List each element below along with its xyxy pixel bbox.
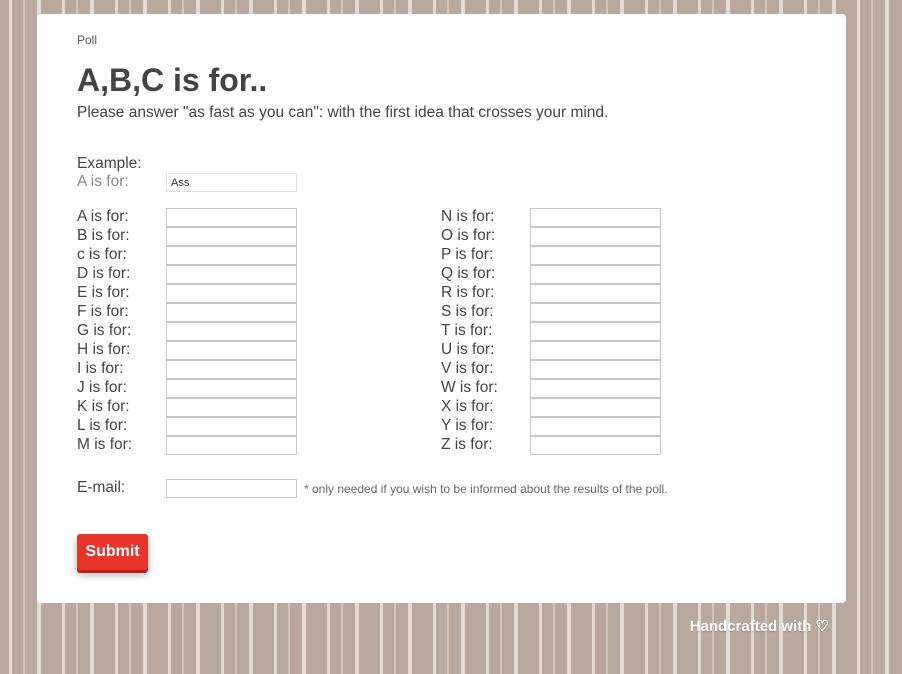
answer-input[interactable] — [530, 436, 661, 455]
answer-row: c is for: — [77, 246, 307, 265]
answer-label: S is for: — [441, 303, 494, 320]
answer-row: P is for: — [441, 246, 671, 265]
answer-label: U is for: — [441, 341, 495, 358]
answer-row: E is for: — [77, 284, 307, 303]
answer-row: Z is for: — [441, 436, 671, 455]
answer-row: F is for: — [77, 303, 307, 322]
answer-label: D is for: — [77, 265, 131, 282]
answer-row: I is for: — [77, 360, 307, 379]
answer-row: H is for: — [77, 341, 307, 360]
answer-label: G is for: — [77, 322, 132, 339]
email-field[interactable] — [166, 479, 297, 498]
answer-label: Q is for: — [441, 265, 496, 282]
answer-input[interactable] — [166, 436, 297, 455]
example-heading: Example: — [77, 155, 142, 172]
answer-row: A is for: — [77, 208, 307, 227]
answer-input[interactable] — [166, 322, 297, 341]
answer-input[interactable] — [530, 398, 661, 417]
answer-input[interactable] — [166, 303, 297, 322]
example-row: A is for: — [77, 173, 307, 192]
answer-row: K is for: — [77, 398, 307, 417]
answer-row: N is for: — [441, 208, 671, 227]
answer-input[interactable] — [530, 246, 661, 265]
answer-label: X is for: — [441, 398, 494, 415]
answer-input[interactable] — [166, 227, 297, 246]
answer-row: J is for: — [77, 379, 307, 398]
answer-label: V is for: — [441, 360, 494, 377]
answer-label: F is for: — [77, 303, 129, 320]
answer-label: A is for: — [77, 208, 129, 225]
answer-row: L is for: — [77, 417, 307, 436]
answer-row: Q is for: — [441, 265, 671, 284]
answer-label: M is for: — [77, 436, 133, 453]
answer-row: T is for: — [441, 322, 671, 341]
email-row: E-mail: — [77, 479, 307, 498]
answer-label: P is for: — [441, 246, 494, 263]
example-label: A is for: — [77, 173, 129, 190]
answer-label: Z is for: — [441, 436, 493, 453]
answer-input[interactable] — [166, 208, 297, 227]
answer-input[interactable] — [530, 227, 661, 246]
answer-row: G is for: — [77, 322, 307, 341]
answer-input[interactable] — [530, 417, 661, 436]
answer-row: B is for: — [77, 227, 307, 246]
email-note: * only needed if you wish to be informed… — [304, 482, 668, 496]
answer-input[interactable] — [530, 322, 661, 341]
answer-input[interactable] — [166, 265, 297, 284]
breadcrumb[interactable]: Poll — [77, 33, 97, 47]
footer-credit: Handcrafted with ♡ — [690, 617, 829, 635]
answer-label: L is for: — [77, 417, 128, 434]
answer-input[interactable] — [166, 360, 297, 379]
answer-label: W is for: — [441, 379, 498, 396]
poll-card: Poll A,B,C is for.. Please answer "as fa… — [37, 14, 846, 603]
answer-label: O is for: — [441, 227, 496, 244]
answer-input[interactable] — [530, 360, 661, 379]
answer-label: c is for: — [77, 246, 127, 263]
answer-row: U is for: — [441, 341, 671, 360]
answer-input[interactable] — [166, 379, 297, 398]
answer-row: S is for: — [441, 303, 671, 322]
answer-label: B is for: — [77, 227, 130, 244]
answer-label: Y is for: — [441, 417, 494, 434]
answer-label: T is for: — [441, 322, 493, 339]
answer-input[interactable] — [166, 341, 297, 360]
page-title: A,B,C is for.. — [77, 62, 268, 98]
answer-label: I is for: — [77, 360, 124, 377]
answer-label: R is for: — [441, 284, 495, 301]
answer-label: K is for: — [77, 398, 130, 415]
answer-input[interactable] — [530, 208, 661, 227]
answer-input[interactable] — [530, 341, 661, 360]
answer-input[interactable] — [166, 417, 297, 436]
submit-button[interactable]: Submit — [77, 534, 148, 570]
email-label: E-mail: — [77, 479, 126, 496]
footer-text: Handcrafted with — [689, 618, 812, 635]
answer-row: M is for: — [77, 436, 307, 455]
answer-label: N is for: — [441, 208, 495, 225]
example-input[interactable] — [166, 173, 297, 192]
answer-label: H is for: — [77, 341, 131, 358]
answer-input[interactable] — [166, 246, 297, 265]
answer-input[interactable] — [166, 284, 297, 303]
answer-input[interactable] — [530, 265, 661, 284]
answer-label: E is for: — [77, 284, 130, 301]
answer-row: Y is for: — [441, 417, 671, 436]
heart-outline-icon: ♡ — [815, 618, 829, 635]
answer-row: V is for: — [441, 360, 671, 379]
answer-input[interactable] — [530, 379, 661, 398]
answer-input[interactable] — [530, 284, 661, 303]
answer-row: D is for: — [77, 265, 307, 284]
answer-input[interactable] — [530, 303, 661, 322]
answer-row: X is for: — [441, 398, 671, 417]
answer-row: O is for: — [441, 227, 671, 246]
answer-row: W is for: — [441, 379, 671, 398]
answer-input[interactable] — [166, 398, 297, 417]
page-subtitle: Please answer "as fast as you can": with… — [77, 104, 609, 121]
answer-row: R is for: — [441, 284, 671, 303]
answer-label: J is for: — [77, 379, 127, 396]
